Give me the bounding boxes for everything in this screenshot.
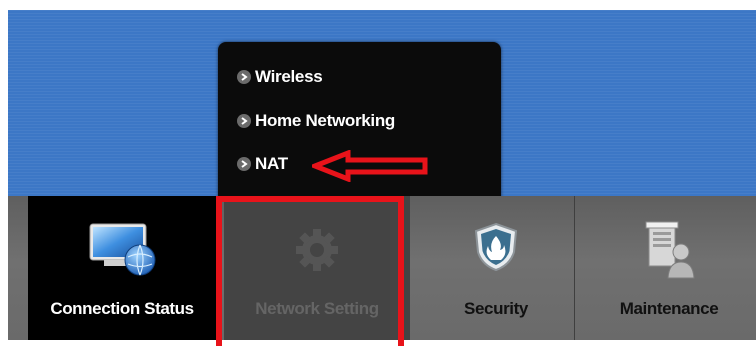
menu-item-label: Wireless	[255, 67, 323, 86]
tab-label: Maintenance	[619, 299, 719, 318]
monitor-globe-icon	[89, 223, 156, 276]
tab-label: Connection Status	[50, 299, 194, 318]
chevron-right-icon	[237, 157, 251, 171]
shield-flame-icon	[474, 222, 518, 272]
red-highlight-box	[216, 196, 404, 346]
red-arrow-annotation	[312, 150, 428, 182]
chevron-right-icon	[237, 114, 251, 128]
tab-label: Security	[464, 299, 528, 318]
menu-item-nat[interactable]: NAT	[237, 152, 288, 176]
server-user-icon	[645, 221, 695, 279]
menu-item-wireless[interactable]: Wireless	[237, 65, 323, 89]
menu-item-label: Home Networking	[255, 111, 396, 130]
tab-maintenance[interactable]: Maintenance	[582, 196, 756, 340]
tab-security[interactable]: Security	[410, 196, 582, 340]
chevron-right-icon	[237, 70, 251, 84]
menu-item-home-networking[interactable]: Home Networking	[237, 109, 395, 133]
menu-item-label: NAT	[255, 154, 288, 173]
tab-connection-status[interactable]: Connection Status	[28, 196, 216, 340]
